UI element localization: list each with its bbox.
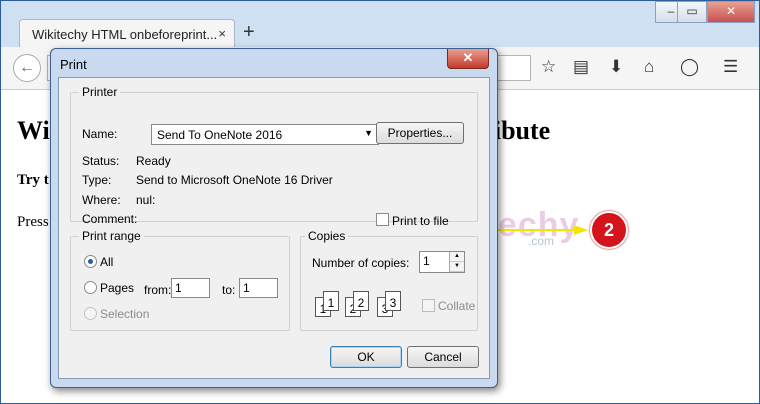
type-value: Send to Microsoft OneNote 16 Driver bbox=[136, 173, 333, 187]
where-value: nul: bbox=[136, 193, 156, 207]
annotation-arrow-icon bbox=[498, 225, 588, 235]
radio-selection[interactable] bbox=[84, 307, 97, 320]
to-label: to: bbox=[222, 283, 236, 297]
collate-checkbox[interactable] bbox=[422, 299, 435, 312]
tab-title: Wikitechy HTML onbeforeprint... bbox=[32, 27, 218, 42]
star-icon[interactable]: ☆ bbox=[541, 57, 556, 77]
radio-all-label: All bbox=[100, 255, 114, 269]
where-label: Where: bbox=[82, 193, 121, 207]
back-button[interactable]: ← bbox=[13, 54, 41, 82]
back-arrow-icon: ← bbox=[19, 59, 35, 76]
print-to-file-checkbox[interactable] bbox=[376, 213, 389, 226]
radio-selection-label: Selection bbox=[100, 307, 150, 321]
name-label: Name: bbox=[82, 127, 118, 141]
watermark-suffix: .com bbox=[528, 234, 555, 248]
status-label: Status: bbox=[82, 154, 120, 168]
number-of-copies-label: Number of copies: bbox=[312, 256, 410, 270]
menu-icon[interactable]: ☰ bbox=[723, 57, 738, 77]
status-value: Ready bbox=[136, 154, 171, 168]
browser-titlebar: Wikitechy HTML onbeforeprint... × + ‒ ▭ … bbox=[1, 1, 759, 50]
spin-down-icon[interactable]: ▼ bbox=[450, 262, 464, 272]
press-text: Press bbox=[17, 214, 49, 230]
maximize-button[interactable]: ▭ bbox=[677, 1, 707, 23]
copies-stepper[interactable]: 1 ▲ ▼ bbox=[419, 251, 465, 273]
type-label: Type: bbox=[82, 173, 112, 187]
ok-button[interactable]: OK bbox=[330, 346, 402, 368]
copies-value: 1 bbox=[423, 254, 430, 268]
copies-spinner[interactable]: ▲ ▼ bbox=[449, 252, 464, 272]
reading-list-icon[interactable]: ▤ bbox=[573, 57, 589, 77]
copies-legend: Copies bbox=[305, 229, 349, 243]
print-to-file-label: Print to file bbox=[392, 214, 449, 228]
browser-tab[interactable]: Wikitechy HTML onbeforeprint... × bbox=[19, 19, 235, 50]
annotation-badge: 2 bbox=[590, 211, 628, 249]
printer-group: Printer Name: Send To OneNote 2016 ▼ Pro… bbox=[70, 85, 478, 228]
cancel-button[interactable]: Cancel bbox=[407, 346, 479, 368]
page-heading-left: Wi bbox=[17, 116, 50, 145]
printer-name-select[interactable]: Send To OneNote 2016 ▼ bbox=[151, 124, 379, 145]
dialog-close-button[interactable]: ✕ bbox=[447, 49, 489, 69]
tab-close-icon[interactable]: × bbox=[218, 26, 226, 41]
dialog-title: Print bbox=[60, 57, 87, 72]
radio-pages-label: Pages bbox=[100, 281, 135, 295]
to-value: 1 bbox=[243, 281, 250, 295]
window-close-button[interactable]: ✕ bbox=[707, 1, 755, 23]
from-input[interactable]: 1 bbox=[171, 278, 210, 298]
print-dialog: Print ✕ Printer Name: Send To OneNote 20… bbox=[50, 48, 498, 388]
try-text: Try t bbox=[17, 172, 49, 188]
radio-pages[interactable] bbox=[84, 281, 97, 294]
chevron-down-icon: ▼ bbox=[364, 128, 373, 138]
pocket-icon[interactable]: ◯ bbox=[680, 57, 699, 77]
printer-legend: Printer bbox=[79, 85, 121, 99]
properties-button[interactable]: Properties... bbox=[376, 122, 464, 144]
copies-group: Copies Number of copies: 1 ▲ ▼ 1 1 2 2 3… bbox=[300, 229, 478, 331]
new-tab-button[interactable]: + bbox=[243, 21, 255, 44]
print-range-group: Print range All Pages from: 1 to: 1 Sele… bbox=[70, 229, 290, 331]
home-icon[interactable]: ⌂ bbox=[644, 57, 654, 77]
download-icon[interactable]: ⬇ bbox=[609, 57, 623, 77]
print-range-legend: Print range bbox=[79, 229, 144, 243]
radio-all[interactable] bbox=[84, 255, 97, 268]
from-label: from: bbox=[144, 283, 172, 297]
printer-name-value: Send To OneNote 2016 bbox=[157, 128, 283, 142]
from-value: 1 bbox=[175, 281, 182, 295]
dialog-body: Printer Name: Send To OneNote 2016 ▼ Pro… bbox=[58, 77, 490, 379]
spin-up-icon[interactable]: ▲ bbox=[450, 252, 464, 262]
to-input[interactable]: 1 bbox=[239, 278, 278, 298]
collate-label: Collate bbox=[438, 299, 476, 313]
comment-label: Comment: bbox=[82, 212, 138, 226]
